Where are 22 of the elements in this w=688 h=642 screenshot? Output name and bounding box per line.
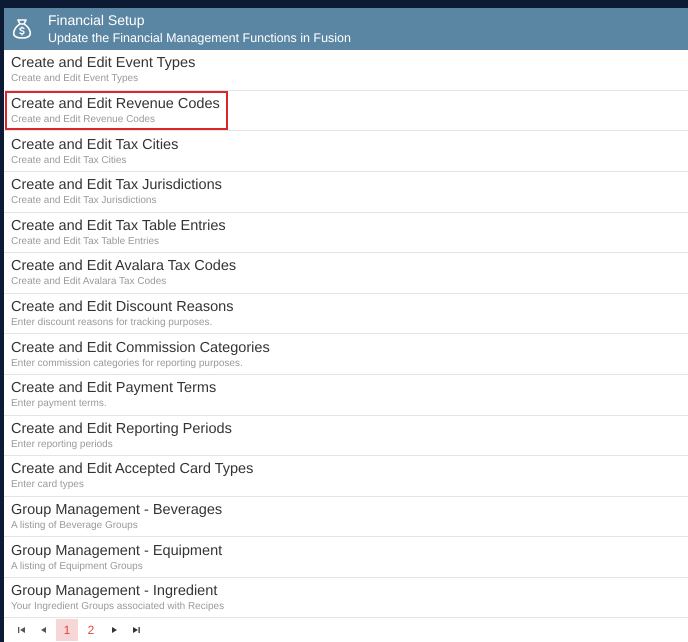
page-button[interactable]: 2 xyxy=(80,619,102,642)
menu-item[interactable]: Create and Edit Commission Categories Enter commission categories for reporting purposes. xyxy=(5,334,278,374)
menu-item[interactable]: Create and Edit Payment Terms Enter payment terms. xyxy=(5,375,224,414)
right-triangle-icon xyxy=(110,626,118,634)
menu-item[interactable]: Create and Edit Tax Jurisdictions Create and Edit Tax Jurisdictions xyxy=(5,172,230,212)
skip-back-icon xyxy=(18,626,26,634)
menu-item[interactable]: Create and Edit Tax Table Entries Create and Edit Tax Table Entries xyxy=(5,212,234,252)
menu-item[interactable]: Create and Edit Event Types Create and Edit Event Types xyxy=(5,50,204,90)
menu-item[interactable]: Create and Edit Accepted Card Types Enter card types xyxy=(5,456,262,496)
menu-item[interactable]: Create and Edit Avalara Tax Codes Create and Edit Avalara Tax Codes xyxy=(5,253,244,292)
panel-subtitle: Update the Financial Management Functions in Fusion xyxy=(48,31,351,46)
menu-item[interactable]: Create and Edit Tax Cities Create and Edit Tax Cities xyxy=(5,132,186,171)
menu-item[interactable]: Group Management - Beverages A listing of Beverage Groups xyxy=(5,496,230,536)
skip-forward-icon xyxy=(132,626,140,634)
menu-item[interactable]: Create and Edit Reporting Periods Enter reporting periods xyxy=(5,416,240,455)
menu-item[interactable]: Group Management - Ingredient Your Ingredient Groups associated with Recipes xyxy=(5,578,232,618)
menu-item[interactable]: Create and Edit Discount Reasons Enter discount reasons for tracking purposes. xyxy=(5,294,242,334)
menu-item[interactable]: Group Management - Equipment A listing of Equipment Groups xyxy=(5,538,230,577)
money-bag-icon xyxy=(10,17,34,42)
menu-item[interactable]: Create and Edit Revenue Codes Create and Edit Revenue Codes xyxy=(5,91,228,130)
left-triangle-icon xyxy=(40,626,48,634)
panel-title: Financial Setup xyxy=(48,12,146,28)
